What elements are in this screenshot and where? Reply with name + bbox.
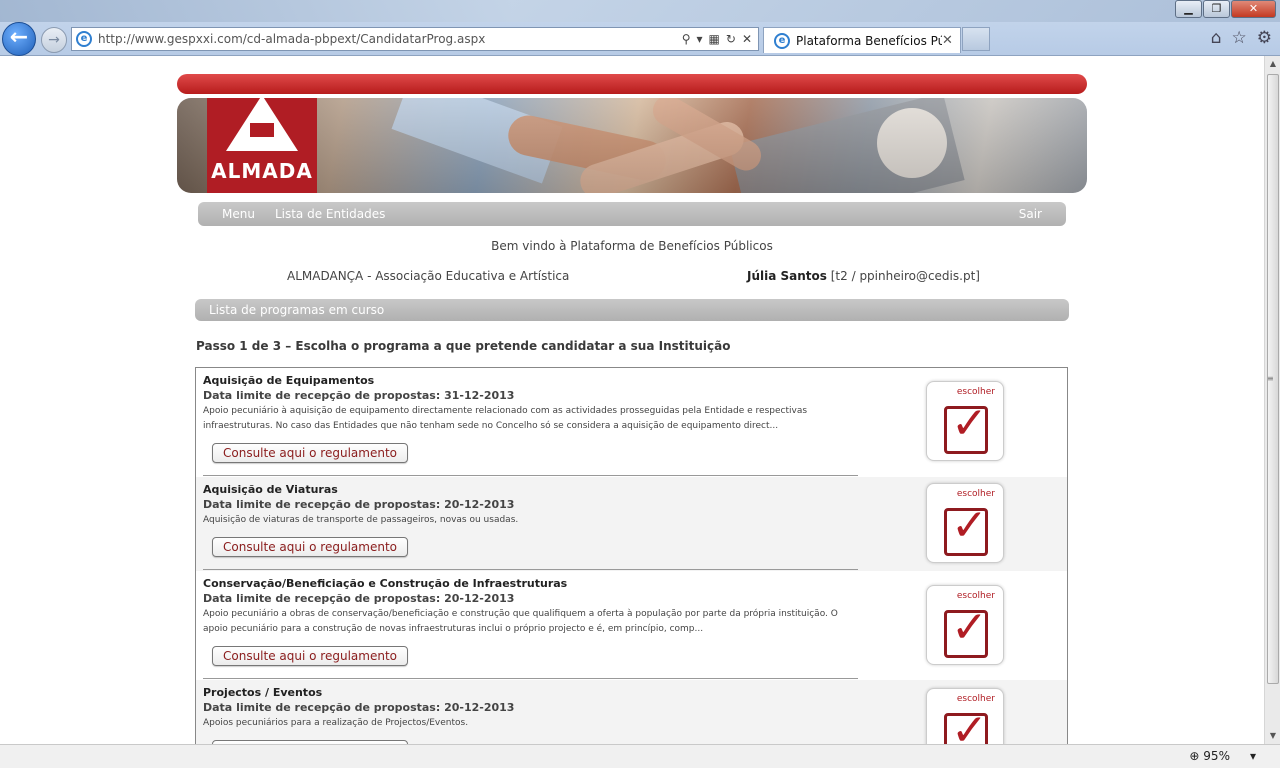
checkmark-icon: ✓ — [951, 398, 988, 449]
scroll-up-arrow-icon[interactable]: ▲ — [1265, 56, 1280, 72]
restore-icon[interactable]: ❐ — [1203, 0, 1230, 18]
separator — [203, 475, 858, 476]
logo-a-icon — [226, 98, 298, 151]
separator — [203, 678, 858, 679]
choose-label: escolher — [956, 591, 995, 601]
section-header: Lista de programas em curso — [195, 299, 1069, 321]
regulation-button[interactable]: Consulte aqui o regulamento — [212, 646, 408, 666]
tab-favicon: e — [774, 32, 790, 49]
browser-tab[interactable]: e Plataforma Benefícios Públi... ✕ — [763, 27, 961, 53]
stop-icon[interactable]: ✕ — [742, 32, 752, 46]
program-list: Aquisição de Equipamentos Data limite de… — [195, 367, 1068, 744]
scroll-down-arrow-icon[interactable]: ▼ — [1265, 728, 1280, 744]
choose-label: escolher — [956, 489, 995, 499]
main-navbar: Menu Lista de Entidades Sair — [198, 202, 1066, 226]
program-description: Apoios pecuniários para a realização de … — [203, 718, 469, 728]
page-viewport: ALMADA Menu Lista de Entidades Sair Bem … — [0, 56, 1264, 744]
back-button[interactable]: ← — [2, 22, 36, 56]
logo-text: ALMADA — [211, 159, 313, 183]
browser-chrome: ▁ ❐ ✕ ← → e http://www.gespxxi.com/cd-al… — [0, 0, 1280, 56]
close-window-icon[interactable]: ✕ — [1231, 0, 1276, 18]
user-name: Júlia Santos — [747, 269, 827, 283]
minimize-icon[interactable]: ▁ — [1175, 0, 1202, 18]
choose-button[interactable]: escolher ✓ — [926, 585, 1004, 665]
program-description: Aquisição de viaturas de transporte de p… — [203, 515, 519, 525]
title-bar — [0, 0, 1280, 22]
program-item: Aquisição de Equipamentos Data limite de… — [196, 368, 1067, 477]
refresh-icon[interactable]: ↻ — [726, 32, 736, 46]
checkmark-icon: ✓ — [951, 602, 988, 653]
regulation-button[interactable]: Consulte aqui o regulamento — [212, 443, 408, 463]
user-info: Júlia Santos [t2 / ppinheiro@cedis.pt] — [747, 269, 980, 283]
entity-name: ALMADANÇA - Associação Educativa e Artís… — [287, 269, 570, 283]
address-bar[interactable]: e http://www.gespxxi.com/cd-almada-pbpex… — [71, 27, 759, 51]
checkmark-icon: ✓ — [951, 500, 988, 551]
zoom-dropdown-icon[interactable]: ▾ — [1250, 749, 1256, 763]
header-banner: ALMADA — [177, 98, 1087, 193]
url-text[interactable]: http://www.gespxxi.com/cd-almada-pbpext/… — [98, 32, 682, 46]
zoom-level[interactable]: ⊕ 95% — [1189, 749, 1230, 763]
scroll-grip-icon: ≡ — [1267, 374, 1274, 383]
top-red-bar — [177, 74, 1087, 94]
checkbox-icon: ✓ — [944, 603, 988, 658]
new-tab-button[interactable] — [962, 27, 990, 51]
nav-entities-link[interactable]: Lista de Entidades — [275, 207, 385, 221]
compatibility-icon[interactable]: ▦ — [709, 32, 720, 46]
zoom-control[interactable]: ⊕ 95% ▾ — [1189, 749, 1256, 763]
choose-button[interactable]: escolher ✓ — [926, 483, 1004, 563]
separator — [203, 569, 858, 570]
program-item: Projectos / Eventos Data limite de recep… — [196, 680, 1067, 744]
step-instruction: Passo 1 de 3 – Escolha o programa a que … — [196, 339, 731, 353]
nav-menu-link[interactable]: Menu — [222, 207, 255, 221]
tab-close-icon[interactable]: ✕ — [942, 33, 956, 48]
ie-page-icon: e — [76, 31, 92, 47]
choose-button[interactable]: escolher ✓ — [926, 688, 1004, 744]
browser-tools: ⌂ ☆ ⚙ — [1211, 28, 1272, 48]
zoom-value: 95% — [1203, 749, 1230, 763]
welcome-text: Bem vindo à Plataforma de Benefícios Púb… — [491, 239, 773, 253]
regulation-button[interactable]: Consulte aqui o regulamento — [212, 537, 408, 557]
program-description: Apoio pecuniário à aquisição de equipame… — [203, 406, 808, 431]
program-item: Conservação/Beneficiação e Construção de… — [196, 571, 1067, 680]
search-icon[interactable]: ⚲ — [682, 32, 691, 46]
forward-button[interactable]: → — [41, 27, 67, 53]
tab-title[interactable]: Plataforma Benefícios Públi... — [796, 34, 942, 48]
home-icon[interactable]: ⌂ — [1211, 28, 1222, 48]
checkbox-icon: ✓ — [944, 706, 988, 744]
vertical-scrollbar[interactable]: ▲ ≡ ▼ — [1264, 56, 1280, 744]
choose-label: escolher — [956, 387, 995, 397]
nav-logout-link[interactable]: Sair — [1019, 207, 1042, 221]
choose-button[interactable]: escolher ✓ — [926, 381, 1004, 461]
info-row: ALMADANÇA - Associação Educativa e Artís… — [177, 269, 1087, 285]
program-description: Apoio pecuniário a obras de conservação/… — [203, 609, 838, 634]
almada-logo: ALMADA — [207, 98, 317, 193]
user-details: [t2 / ppinheiro@cedis.pt] — [830, 269, 980, 283]
favorites-star-icon[interactable]: ☆ — [1232, 28, 1247, 48]
site-container: ALMADA Menu Lista de Entidades Sair Bem … — [177, 74, 1087, 744]
program-item: Aquisição de Viaturas Data limite de rec… — [196, 477, 1067, 571]
checkbox-icon: ✓ — [944, 501, 988, 556]
window-controls: ▁ ❐ ✕ — [1174, 0, 1276, 18]
settings-gear-icon[interactable]: ⚙ — [1257, 28, 1272, 48]
dropdown-icon[interactable]: ▾ — [697, 32, 703, 46]
status-bar: ⊕ 95% ▾ — [0, 744, 1280, 768]
address-bar-tools: ⚲ ▾ ▦ ↻ ✕ — [682, 32, 758, 46]
checkbox-icon: ✓ — [944, 399, 988, 454]
checkmark-icon: ✓ — [951, 705, 988, 745]
choose-label: escolher — [956, 694, 995, 704]
